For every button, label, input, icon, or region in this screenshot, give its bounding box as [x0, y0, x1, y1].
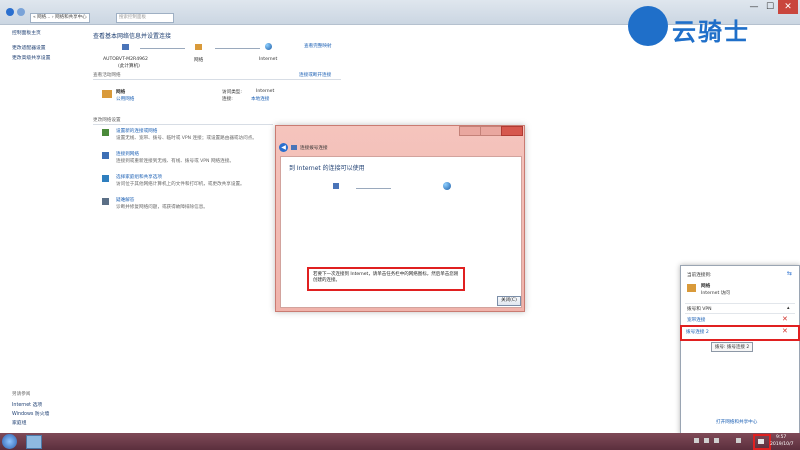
network-popup: 当前连接到: ⇆ 网络 Internet 访问 拨号和 VPN ▴ 宽带连接 ✕… — [680, 265, 800, 435]
task-new-connection[interactable]: 设置新的连接或网络 — [116, 128, 157, 134]
tooltip-text: 拨号连接 2 — [726, 345, 750, 350]
connection-label: 连接: — [222, 97, 233, 102]
computer-sub: (此计算机) — [118, 64, 140, 69]
watermark-text: 云骑士 — [672, 18, 750, 46]
popup-header: 当前连接到: — [687, 273, 712, 278]
maximize-button[interactable]: ☐ — [762, 0, 778, 14]
taskbar-app-icon[interactable] — [26, 435, 42, 449]
change-settings-label: 更改网络设置 — [93, 118, 121, 123]
tooltip: 拨号: 拨号连接 2 — [711, 342, 754, 352]
highlight-box: 若要下一次连接到 Internet，请单击任务栏中的网络图标，然后单击您刚创建的… — [307, 267, 465, 291]
network-bench-icon — [687, 284, 696, 292]
internet-node-label: Internet — [259, 57, 278, 62]
back-icon[interactable] — [6, 8, 14, 16]
map-line — [356, 188, 391, 189]
page-title: 查看基本网络信息并设置连接 — [93, 33, 172, 40]
connect-dialog: ◀ 连接拨号连接 到 Internet 的连接可以使用 若要下一次连接到 Int… — [275, 125, 525, 312]
network-bench-icon — [102, 90, 112, 98]
popup-network-name: 网络 — [701, 284, 711, 289]
task-connect-network[interactable]: 连接到网络 — [116, 151, 139, 157]
clock-date[interactable]: 2019/10/7 — [770, 442, 794, 447]
access-type-value: Internet — [256, 89, 275, 94]
sidebar: 控制面板主页 更改适配器设置 更改高级共享设置 另请参阅 Internet 选项… — [0, 25, 82, 435]
dialog-heading: 到 Internet 的连接可以使用 — [289, 165, 365, 172]
see-also-homegroup[interactable]: 家庭组 — [12, 419, 26, 426]
dialup-2-item[interactable]: 拨号连接 2 — [686, 329, 709, 335]
map-line — [215, 48, 260, 49]
task-troubleshoot[interactable]: 疑难解答 — [116, 197, 134, 203]
chevron-down-icon[interactable]: ▴ — [787, 305, 790, 311]
open-network-center-link[interactable]: 打开网络和共享中心 — [716, 419, 757, 425]
task-desc: 连接到或重新连接到无线、有线、拨号或 VPN 网络连接。 — [116, 159, 234, 164]
computer-icon — [333, 183, 339, 189]
tray-icon[interactable] — [694, 438, 699, 443]
network-tray-icon[interactable] — [758, 439, 764, 444]
network-node-label: 网络 — [194, 58, 204, 63]
see-also-internet-options[interactable]: Internet 选项 — [12, 401, 42, 408]
address-bar[interactable]: « 网络... › 网络和共享中心 — [30, 13, 90, 23]
globe-icon — [443, 182, 451, 190]
see-also-firewall[interactable]: Windows 防火墙 — [12, 410, 49, 417]
local-connection-link[interactable]: 本地连接 — [251, 96, 269, 102]
sidebar-item-home[interactable]: 控制面板主页 — [12, 29, 41, 36]
disconnect-icon[interactable]: ✕ — [782, 316, 788, 323]
new-connection-icon — [102, 129, 109, 136]
dialog-close-btn[interactable]: 关闭(C) — [497, 296, 521, 306]
divider — [93, 79, 341, 80]
connect-network-icon — [102, 152, 109, 159]
popup-network-status: Internet 访问 — [701, 291, 730, 296]
tray-icon[interactable] — [704, 438, 709, 443]
forward-icon[interactable] — [17, 8, 25, 16]
disconnect-icon[interactable]: ✕ — [782, 328, 788, 335]
see-also-title: 另请参阅 — [12, 392, 31, 397]
active-networks-label: 查看活动网络 — [93, 73, 121, 78]
troubleshoot-icon — [102, 198, 109, 205]
sidebar-item-adapter[interactable]: 更改适配器设置 — [12, 44, 46, 51]
dialog-title: 连接拨号连接 — [300, 146, 328, 151]
close-button[interactable]: ✕ — [778, 0, 798, 14]
dialup-2-item-highlight[interactable]: 拨号连接 2 ✕ — [680, 325, 800, 341]
view-full-map-link[interactable]: 查看完整映射 — [304, 43, 332, 49]
map-line — [140, 48, 185, 49]
search-input[interactable]: 搜索控制面板 — [116, 13, 174, 23]
volume-icon[interactable] — [736, 438, 741, 443]
task-desc: 设置无线、宽带、拨号、临时或 VPN 连接；或设置路由器或访问点。 — [116, 136, 257, 141]
task-desc: 访问位于其他网络计算机上的文件和打印机，或更改共享设置。 — [116, 182, 245, 187]
sidebar-item-sharing[interactable]: 更改高级共享设置 — [12, 54, 50, 61]
network-tray-highlight[interactable] — [753, 434, 771, 450]
computer-name: AUTOBVT-M2R4962 — [103, 57, 148, 62]
homegroup-icon — [102, 175, 109, 182]
dialog-maximize-button[interactable] — [480, 126, 502, 136]
access-type-label: 访问类型: — [222, 90, 242, 95]
divider — [93, 124, 273, 125]
back-arrow-icon[interactable]: ◀ — [279, 143, 288, 152]
clock-time[interactable]: 9:57 — [776, 435, 786, 440]
dialog-message: 若要下一次连接到 Internet，请单击任务栏中的网络图标，然后单击您刚创建的… — [313, 272, 459, 283]
network-type-link[interactable]: 公用网络 — [116, 96, 134, 102]
network-icon — [195, 44, 202, 50]
task-homegroup[interactable]: 选择家庭组和共享选项 — [116, 174, 162, 180]
dialog-minimize-button[interactable] — [459, 126, 481, 136]
globe-icon — [265, 43, 272, 50]
broadband-connection-item[interactable]: 宽带连接 — [687, 317, 705, 323]
dialog-content: 到 Internet 的连接可以使用 若要下一次连接到 Internet，请单击… — [280, 156, 522, 308]
active-network-name: 网络 — [116, 90, 126, 95]
tooltip-prefix: 拨号 — [715, 345, 724, 350]
tray-icon[interactable] — [714, 438, 719, 443]
dialup-icon — [291, 145, 297, 150]
dialog-close-button[interactable] — [501, 126, 523, 136]
watermark-logo-icon — [628, 6, 668, 46]
taskbar: 9:57 2019/10/7 — [0, 433, 800, 450]
task-desc: 诊断并修复网络问题，或获得故障排除信息。 — [116, 205, 208, 210]
computer-icon — [122, 44, 129, 50]
start-button-icon[interactable] — [2, 434, 17, 449]
refresh-icon[interactable]: ⇆ — [787, 271, 793, 277]
connect-disconnect-link[interactable]: 连接或断开连接 — [299, 72, 331, 78]
vpn-section-label: 拨号和 VPN — [687, 307, 712, 312]
vpn-section: 拨号和 VPN ▴ — [685, 303, 795, 314]
